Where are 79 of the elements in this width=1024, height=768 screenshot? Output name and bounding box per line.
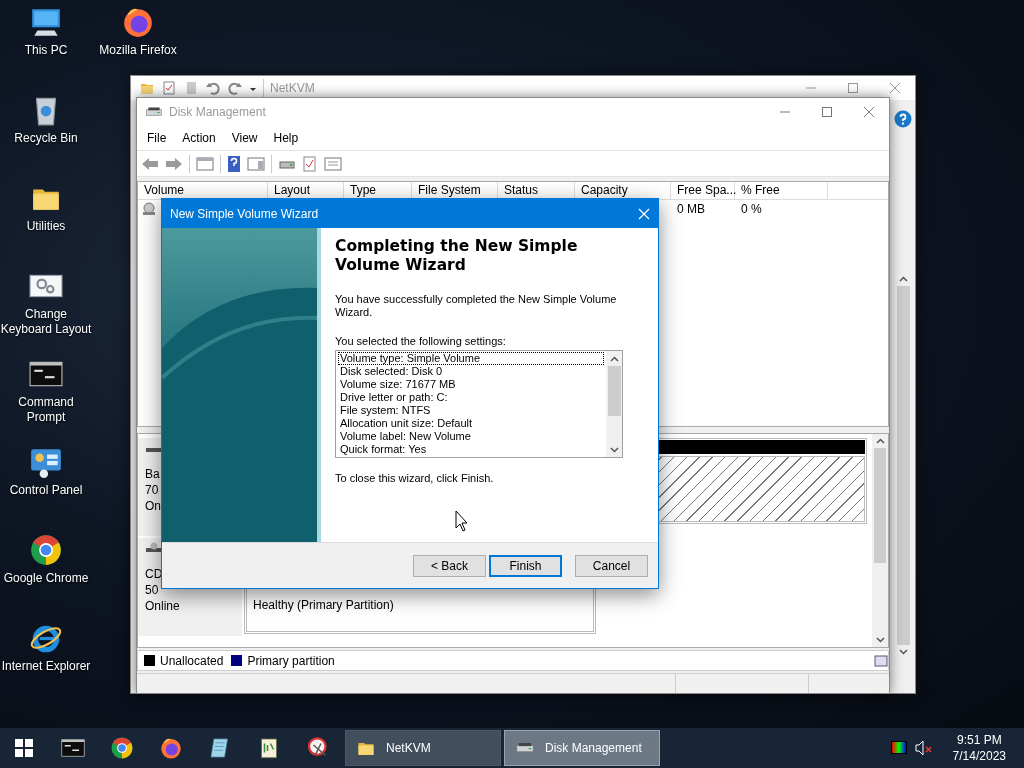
maximize-icon[interactable] xyxy=(821,105,833,118)
taskbar-window-button[interactable]: NetKVM xyxy=(345,730,501,766)
legend-label: Primary partition xyxy=(247,652,335,669)
legend-icon[interactable] xyxy=(874,654,888,667)
close-icon[interactable] xyxy=(863,105,875,118)
scroll-thumb[interactable] xyxy=(607,366,621,416)
partition-status: Healthy (Primary Partition) xyxy=(253,598,394,612)
disk-info: 70 xyxy=(145,482,159,498)
desktop-icon-label[interactable]: Google Chrome xyxy=(3,571,89,586)
disk-info: On xyxy=(145,498,161,514)
column-header[interactable]: % Free xyxy=(735,182,828,199)
scrollbar[interactable] xyxy=(872,434,888,647)
column-header[interactable]: Free Spa... xyxy=(671,182,735,199)
back-arrow-icon[interactable] xyxy=(141,155,159,172)
desktop-icon-label[interactable]: Control Panel xyxy=(9,483,83,498)
table-cell-text: 0 % xyxy=(740,201,762,216)
browser-icon[interactable] xyxy=(29,533,63,567)
settings-item[interactable]: Volume type: Simple Volume xyxy=(338,352,604,365)
desktop-icon-label[interactable]: Internet Explorer xyxy=(1,659,91,674)
window-title: NetKVM xyxy=(270,81,315,95)
intro-text: You have successfully completed the New Simple Volume Wizard. xyxy=(335,293,618,319)
dialog-button[interactable]: Cancel xyxy=(575,554,648,577)
closing-text: To close this wizard, click Finish. xyxy=(335,472,495,485)
scroll-down-icon[interactable] xyxy=(875,637,885,643)
settings-item[interactable]: Disk selected: Disk 0 xyxy=(338,365,604,378)
scroll-thumb[interactable] xyxy=(874,448,886,563)
cursor-icon xyxy=(455,510,469,532)
desktop-icon-label[interactable]: Mozilla Firefox xyxy=(99,43,177,58)
settings-list[interactable]: Volume type: Simple Volume Disk selected: Disk 0 Volume size: 71677 MB Drive letter or path: C: File system: NTFS Allocation unit size: Default Volume label: New Volume Quick format: Yes xyxy=(335,350,623,458)
menu-item[interactable]: Help xyxy=(265,130,307,145)
muted-speaker-icon[interactable] xyxy=(914,740,933,756)
desktop-icon-label[interactable]: Recycle Bin xyxy=(14,131,78,146)
dialog-button[interactable]: Finish xyxy=(489,554,562,577)
dialog-button[interactable]: < Back xyxy=(413,554,486,577)
disk-info: Online xyxy=(145,598,180,614)
scroll-down-icon[interactable] xyxy=(898,649,908,655)
help-icon[interactable] xyxy=(894,110,912,128)
start-icon[interactable] xyxy=(15,739,33,757)
browser-icon[interactable] xyxy=(109,736,134,760)
table-cell-text: 0 MB xyxy=(676,201,705,216)
scroll-up-icon[interactable] xyxy=(609,356,619,362)
clock-date[interactable]: 7/14/2023 xyxy=(952,748,1006,764)
settings-item[interactable]: Volume label: New Volume xyxy=(338,430,604,443)
display-icon[interactable] xyxy=(890,740,907,756)
settings-item[interactable]: File system: NTFS xyxy=(338,404,604,417)
clock-time[interactable]: 9:51 PM xyxy=(956,732,1002,748)
forward-arrow-icon[interactable] xyxy=(165,155,183,172)
settings-label: You selected the following settings: xyxy=(335,335,507,348)
taskbar-window-button[interactable]: Disk Management xyxy=(504,730,660,766)
scroll-down-icon[interactable] xyxy=(609,447,619,453)
menu-item[interactable]: View xyxy=(223,130,266,145)
settings-item[interactable]: Drive letter or path: C: xyxy=(338,391,604,404)
fox-browser-icon[interactable] xyxy=(158,736,183,760)
disk-info: Ba xyxy=(145,466,160,482)
close-icon[interactable] xyxy=(889,82,901,94)
volume-icon xyxy=(142,201,156,216)
settings-item[interactable]: Volume size: 71677 MB xyxy=(338,378,604,391)
disk-info: 50 xyxy=(145,582,159,598)
desktop-icon-label[interactable]: Change Keyboard Layout xyxy=(0,307,92,337)
help-icon[interactable] xyxy=(227,155,241,172)
legend-label: Unallocated xyxy=(160,652,224,669)
terminal-icon[interactable] xyxy=(60,736,85,760)
window-title: Disk Management xyxy=(169,104,266,119)
redo-icon[interactable] xyxy=(227,80,243,96)
desktop-icon-label[interactable]: This PC xyxy=(24,43,68,58)
menu-item[interactable]: Action xyxy=(174,130,224,145)
wizard-heading: Completing the New Simple Volume Wizard xyxy=(335,237,579,275)
menu-item[interactable]: File xyxy=(139,130,175,145)
dialog-title: New Simple Volume Wizard xyxy=(170,206,320,221)
properties-icon[interactable] xyxy=(161,80,177,96)
scroll-up-icon[interactable] xyxy=(898,276,908,282)
checklist-icon[interactable] xyxy=(302,155,318,172)
undo-icon[interactable] xyxy=(205,80,221,96)
desktop-icon-label[interactable]: Utilities xyxy=(26,219,66,234)
scroll-thumb[interactable] xyxy=(896,286,910,645)
settings-item[interactable]: Allocation unit size: Default xyxy=(338,417,604,430)
desktop-icon-label[interactable]: Command Prompt xyxy=(0,395,92,425)
maximize-icon[interactable] xyxy=(847,82,859,94)
scroll-up-icon[interactable] xyxy=(875,438,885,444)
